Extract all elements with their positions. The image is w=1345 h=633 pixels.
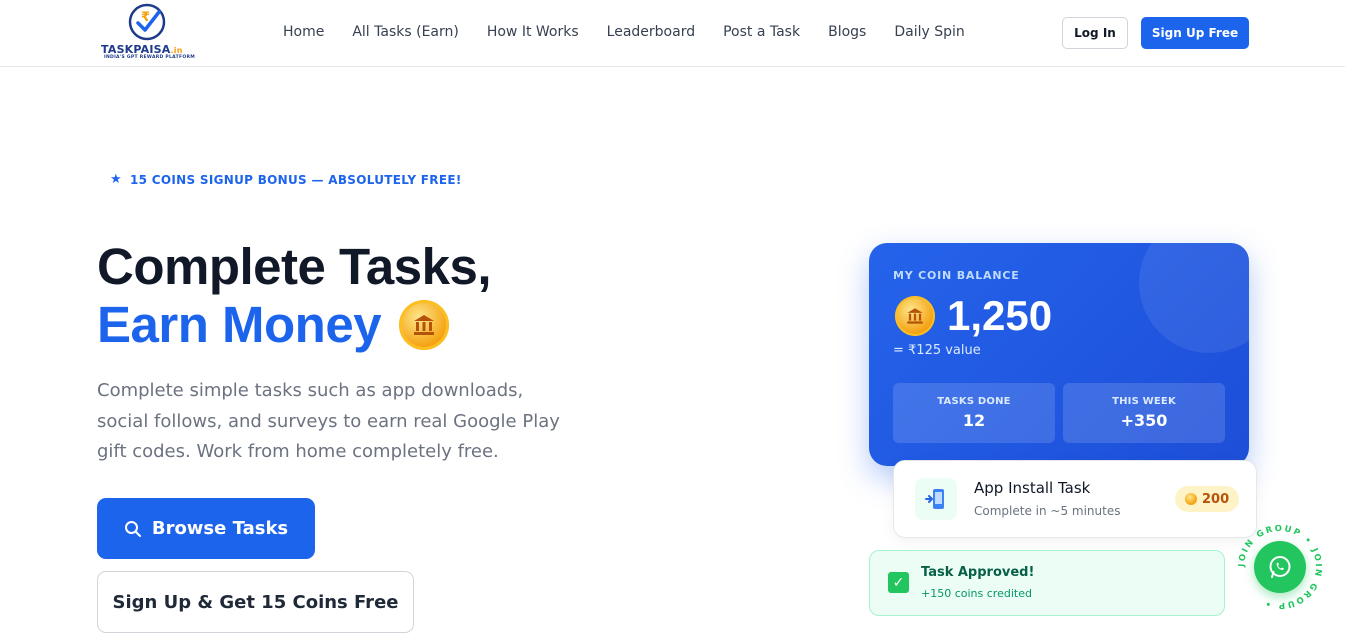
hero-title-line1: Complete Tasks,: [97, 238, 492, 295]
site-header: ₹ TASKPAISA.in INDIA'S GPT REWARD PLATFO…: [0, 0, 1345, 67]
check-icon: ✓: [888, 572, 909, 593]
bank-coin-icon: [399, 300, 450, 350]
balance-value: 1,250: [947, 292, 1053, 339]
task-reward-value: 200: [1202, 491, 1230, 507]
stat-label: TASKS DONE: [937, 396, 1011, 407]
balance-row: 1,250: [895, 293, 1052, 339]
stat-this-week: THIS WEEK +350: [1063, 383, 1225, 443]
logo-tagline: INDIA'S GPT REWARD PLATFORM: [104, 55, 196, 60]
rupee-check-logo-icon: ₹: [128, 3, 166, 41]
task-approved-card: ✓ Task Approved! +150 coins credited: [869, 550, 1225, 616]
nav-all-tasks[interactable]: All Tasks (Earn): [352, 22, 459, 42]
balance-rupee-value: = ₹125 value: [893, 343, 981, 358]
whatsapp-join-group[interactable]: JOIN GROUP • JOIN GROUP •: [1238, 525, 1322, 609]
signup-bonus-button[interactable]: Sign Up & Get 15 Coins Free: [97, 571, 414, 633]
search-icon: [124, 520, 141, 537]
main-nav: Home All Tasks (Earn) How It Works Leade…: [283, 22, 993, 42]
star-icon: ★: [110, 172, 122, 187]
task-subtitle: Complete in ~5 minutes: [974, 504, 1121, 518]
bank-coin-icon: [895, 296, 935, 336]
signup-button[interactable]: Sign Up Free: [1141, 17, 1249, 49]
stat-value: 12: [962, 411, 986, 430]
coin-balance-card: MY COIN BALANCE 1,250 = ₹125 value TASKS…: [869, 243, 1249, 466]
stat-label: THIS WEEK: [1112, 396, 1176, 407]
approved-subtitle: +150 coins credited: [921, 587, 1032, 600]
hero-title-line2-text: Earn Money: [97, 296, 382, 353]
browse-tasks-button[interactable]: Browse Tasks: [97, 498, 315, 559]
nav-home[interactable]: Home: [283, 22, 324, 42]
stat-value: +350: [1120, 411, 1168, 430]
login-button[interactable]: Log In: [1062, 17, 1128, 49]
nav-blogs[interactable]: Blogs: [828, 22, 866, 42]
balance-label: MY COIN BALANCE: [893, 269, 1020, 282]
whatsapp-button[interactable]: [1254, 541, 1306, 593]
signup-bonus-badge: ★ 15 COINS SIGNUP BONUS — ABSOLUTELY FRE…: [110, 172, 462, 187]
nav-leaderboard[interactable]: Leaderboard: [607, 22, 695, 42]
badge-text: 15 COINS SIGNUP BONUS — ABSOLUTELY FREE!: [129, 172, 462, 187]
site-logo[interactable]: ₹ TASKPAISA.in INDIA'S GPT REWARD PLATFO…: [100, 2, 200, 62]
decorative-circle: [1139, 243, 1249, 353]
nav-post-a-task[interactable]: Post a Task: [723, 22, 800, 42]
task-title: App Install Task: [974, 479, 1091, 497]
coin-icon: [1185, 493, 1197, 505]
phone-install-icon: [915, 478, 957, 520]
svg-text:₹: ₹: [141, 10, 150, 25]
whatsapp-icon: [1269, 556, 1291, 578]
approved-title: Task Approved!: [921, 565, 1035, 580]
browse-tasks-label: Browse Tasks: [151, 518, 289, 539]
hero-title-line2: Earn Money: [97, 296, 450, 354]
hero-description: Complete simple tasks such as app downlo…: [97, 380, 560, 462]
app-install-task-card[interactable]: App Install Task Complete in ~5 minutes …: [893, 460, 1257, 538]
nav-how-it-works[interactable]: How It Works: [487, 22, 579, 42]
task-reward-badge: 200: [1175, 486, 1240, 512]
stat-tasks-done: TASKS DONE 12: [893, 383, 1055, 443]
nav-daily-spin[interactable]: Daily Spin: [894, 22, 964, 42]
